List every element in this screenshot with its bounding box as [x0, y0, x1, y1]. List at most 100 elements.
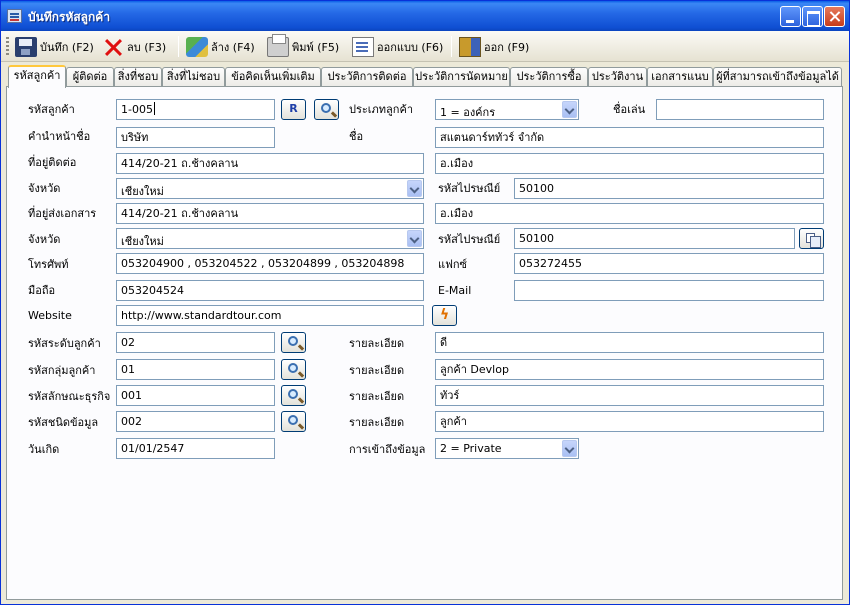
document-address-line2-input[interactable]: อ.เมือง	[435, 203, 824, 224]
group-search-button[interactable]	[281, 359, 306, 380]
tab-contact-history[interactable]: ประวัติการติดต่อ	[321, 67, 413, 87]
save-button[interactable]: บันทึก (F2)	[15, 35, 94, 58]
fax-label: แฟกซ์	[438, 258, 468, 271]
email-label: E-Mail	[438, 284, 472, 297]
tab-data-access[interactable]: ผู้ที่สามารถเข้าถึงข้อมูลได้	[713, 67, 842, 87]
clear-icon	[186, 36, 208, 57]
magnifier-icon	[288, 389, 298, 399]
design-form-button[interactable]: ออกแบบ (F6)	[352, 35, 443, 58]
datatype-code-label: รหัสชนิดข้อมูล	[28, 416, 99, 429]
magnifier-icon	[321, 103, 331, 113]
delete-label: ลบ (F3)	[127, 40, 167, 54]
group-code-label: รหัสกลุ่มลูกค้า	[28, 364, 96, 377]
contact-address-line2-input[interactable]: อ.เมือง	[435, 153, 824, 174]
prefix-input[interactable]: บริษัท	[116, 127, 275, 148]
printer-icon	[267, 33, 289, 57]
datatype-code-input[interactable]: 002	[116, 411, 275, 432]
minimize-button[interactable]	[780, 6, 801, 27]
maximize-button[interactable]	[802, 6, 823, 27]
name-input[interactable]: สแตนดาร์ททัวร์ จำกัด	[435, 127, 824, 148]
name-label: ชื่อ	[349, 130, 364, 143]
customer-code-panel: รหัสลูกค้า 1-005 R ประเภทลูกค้า 1 = องค์…	[6, 86, 843, 600]
customer-type-select[interactable]: 1 = องค์กร	[435, 99, 579, 120]
tab-additional-comments[interactable]: ข้อคิดเห็นเพิ่มเติม	[225, 67, 321, 87]
document-postcode-label: รหัสไปรษณีย์	[438, 233, 501, 246]
access-select[interactable]: 2 = Private	[435, 438, 579, 459]
tab-purchase-history[interactable]: ประวัติการซื้อ	[510, 67, 588, 87]
clear-button[interactable]: ล้าง (F4)	[186, 35, 255, 58]
mobile-label: มือถือ	[28, 284, 56, 297]
design-form-label: ออกแบบ (F6)	[377, 40, 444, 54]
chevron-down-icon[interactable]	[562, 440, 577, 457]
level-search-button[interactable]	[281, 332, 306, 353]
document-address-line1-input[interactable]: 414/20-21 ถ.ช้างคลาน	[116, 203, 424, 224]
main-window: บันทึกรหัสลูกค้า บันทึก (F2) ลบ (F3) ล้า…	[0, 0, 850, 605]
floppy-disk-icon	[15, 36, 37, 57]
exit-button[interactable]: ออก (F9)	[459, 35, 529, 58]
magnifier-icon	[288, 363, 298, 373]
magnifier-icon	[288, 415, 298, 425]
email-input[interactable]	[514, 280, 824, 301]
province-label: จังหวัด	[28, 182, 61, 195]
print-label: พิมพ์ (F5)	[292, 40, 340, 54]
customer-search-button[interactable]	[314, 99, 339, 120]
toolbar-grip[interactable]	[6, 37, 9, 56]
province-select[interactable]: เชียงใหม่	[116, 178, 424, 199]
nickname-input[interactable]	[656, 99, 824, 120]
delete-button[interactable]: ลบ (F3)	[102, 35, 166, 58]
business-code-label: รหัสลักษณะธุรกิจ	[28, 390, 111, 403]
prefix-label: คำนำหน้าชื่อ	[28, 130, 91, 143]
contact-address-label: ที่อยู่ติดต่อ	[28, 156, 77, 169]
toolbar: บันทึก (F2) ลบ (F3) ล้าง (F4) พิมพ์ (F5)…	[1, 31, 849, 62]
datatype-detail-input[interactable]: ลูกค้า	[435, 411, 824, 432]
title-bar[interactable]: บันทึกรหัสลูกค้า	[1, 1, 849, 31]
contact-address-line1-input[interactable]: 414/20-21 ถ.ช้างคลาน	[116, 153, 424, 174]
level-detail-label: รายละเอียด	[349, 337, 405, 350]
customer-code-input[interactable]: 1-005	[116, 99, 275, 120]
customer-type-label: ประเภทลูกค้า	[349, 103, 413, 116]
mobile-input[interactable]: 053204524	[116, 280, 424, 301]
group-code-input[interactable]: 01	[116, 359, 275, 380]
tab-contacts[interactable]: ผู้ติดต่อ	[66, 67, 114, 87]
copy-address-button[interactable]	[799, 228, 824, 249]
toolbar-separator	[451, 36, 452, 57]
chevron-down-icon[interactable]	[562, 101, 577, 118]
print-button[interactable]: พิมพ์ (F5)	[267, 33, 340, 58]
chevron-down-icon[interactable]	[407, 230, 422, 247]
tab-attachments[interactable]: เอกสารแนบ	[647, 67, 713, 87]
tab-likes[interactable]: สิ่งที่ชอบ	[114, 67, 162, 87]
window-title: บันทึกรหัสลูกค้า	[28, 10, 111, 24]
level-code-input[interactable]: 02	[116, 332, 275, 353]
customer-code-label: รหัสลูกค้า	[28, 103, 75, 116]
document-address-label: ที่อยู่ส่งเอกสาร	[28, 207, 97, 220]
open-website-button[interactable]: ϟ	[432, 305, 457, 326]
birthdate-label: วันเกิด	[28, 443, 60, 456]
r-button[interactable]: R	[281, 99, 306, 120]
close-button[interactable]	[824, 6, 845, 27]
business-detail-label: รายละเอียด	[349, 390, 405, 403]
postcode-input[interactable]: 50100	[514, 178, 824, 199]
birthdate-input[interactable]: 01/01/2547	[116, 438, 275, 459]
document-province-select[interactable]: เชียงใหม่	[116, 228, 424, 249]
business-detail-input[interactable]: ทัวร์	[435, 385, 824, 406]
business-search-button[interactable]	[281, 385, 306, 406]
chevron-down-icon[interactable]	[407, 180, 422, 197]
group-detail-label: รายละเอียด	[349, 364, 405, 377]
fax-input[interactable]: 053272455	[514, 253, 824, 274]
business-code-input[interactable]: 001	[116, 385, 275, 406]
document-postcode-input[interactable]: 50100	[514, 228, 795, 249]
phone-input[interactable]: 053204900 , 053204522 , 053204899 , 0532…	[116, 253, 424, 274]
datatype-search-button[interactable]	[281, 411, 306, 432]
tab-work-history[interactable]: ประวัติงาน	[588, 67, 647, 87]
phone-label: โทรศัพท์	[28, 258, 69, 271]
document-province-label: จังหวัด	[28, 233, 61, 246]
group-detail-input[interactable]: ลูกค้า Devlop	[435, 359, 824, 380]
tab-dislikes[interactable]: สิ่งที่ไม่ชอบ	[162, 67, 225, 87]
nickname-label: ชื่อเล่น	[613, 103, 646, 116]
level-detail-input[interactable]: ดี	[435, 332, 824, 353]
tab-appointment-history[interactable]: ประวัติการนัดหมาย	[413, 67, 510, 87]
lightning-icon: ϟ	[440, 307, 450, 323]
website-input[interactable]: http://www.standardtour.com	[116, 305, 424, 326]
tab-customer-code[interactable]: รหัสลูกค้า	[8, 65, 66, 88]
exit-label: ออก (F9)	[484, 40, 530, 54]
